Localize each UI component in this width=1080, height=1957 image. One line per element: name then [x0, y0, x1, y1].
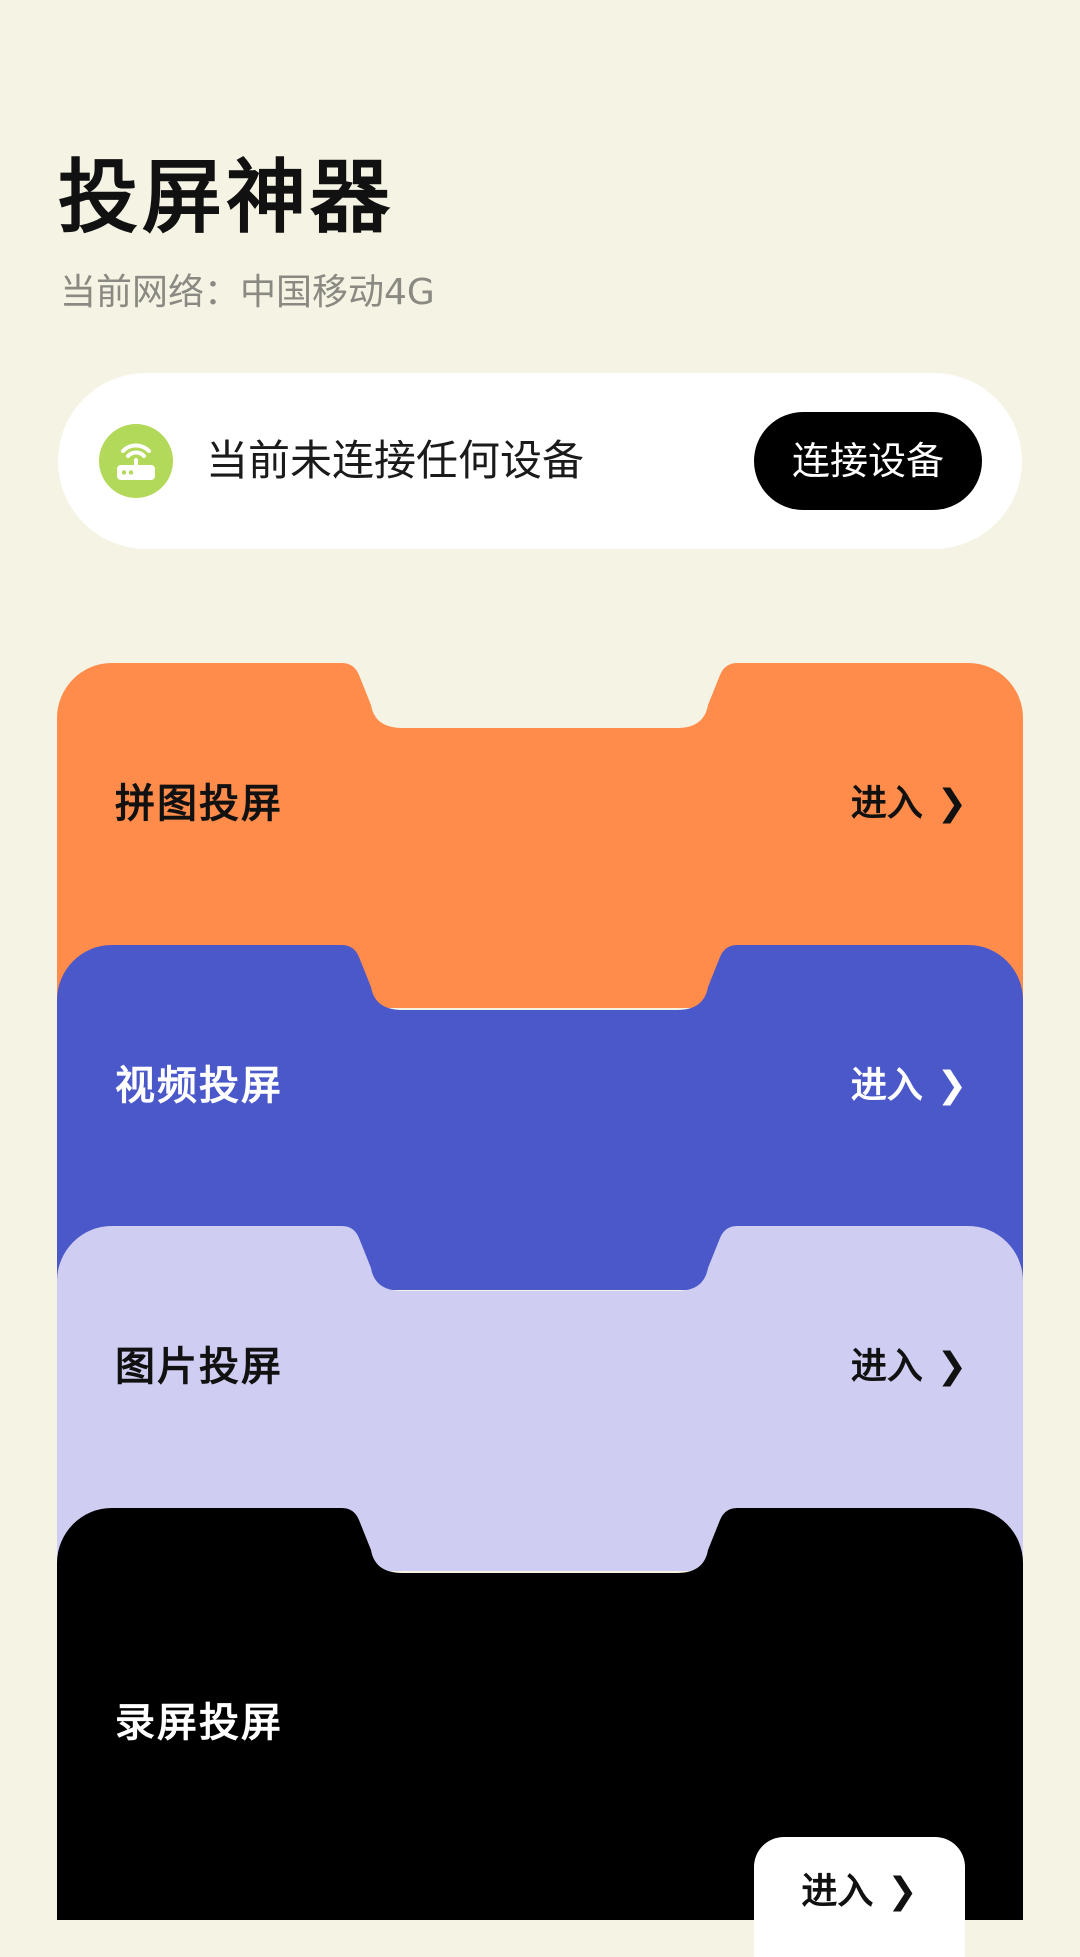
feature-card-screen-record[interactable]: 录屏投屏 进入 ❯: [57, 1508, 1023, 1957]
card-title: 图片投屏: [115, 1344, 283, 1390]
network-status: 当前网络：中国移动4G: [60, 272, 435, 313]
enter-button[interactable]: 进入 ❯: [754, 1837, 965, 1957]
card-title: 录屏投屏: [115, 1700, 283, 1746]
card-title: 视频投屏: [115, 1063, 283, 1109]
enter-link[interactable]: 进入 ❯: [851, 1061, 967, 1111]
connection-status-text: 当前未连接任何设备: [206, 436, 585, 485]
enter-label: 进入: [801, 1871, 874, 1912]
enter-label: 进入: [850, 1346, 923, 1387]
enter-link[interactable]: 进入 ❯: [851, 779, 967, 829]
enter-label: 进入: [850, 1065, 923, 1106]
chevron-right-icon: ❯: [936, 1065, 967, 1106]
enter-link[interactable]: 进入 ❯: [851, 1342, 967, 1392]
connect-device-button[interactable]: 连接设备: [754, 412, 982, 510]
card-title: 拼图投屏: [115, 781, 283, 827]
enter-label: 进入: [850, 783, 923, 824]
chevron-right-icon: ❯: [936, 783, 967, 824]
chevron-right-icon: ❯: [936, 1346, 967, 1387]
router-icon: [99, 424, 173, 498]
page-title: 投屏神器: [58, 151, 394, 244]
device-status-card: 当前未连接任何设备 连接设备: [58, 373, 1022, 549]
chevron-right-icon: ❯: [887, 1871, 918, 1912]
